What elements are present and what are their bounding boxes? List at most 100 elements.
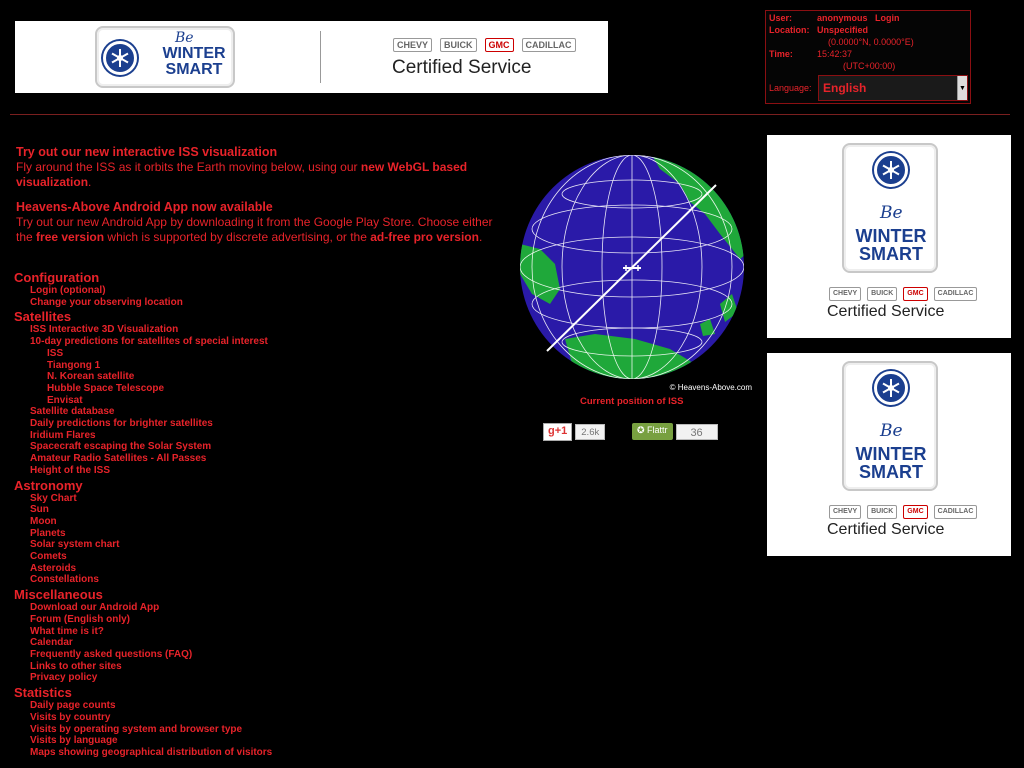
android-app-heading[interactable]: Heavens-Above Android App now available bbox=[16, 200, 273, 214]
menu-item-iss-3d[interactable]: ISS Interactive 3D Visualization bbox=[14, 324, 314, 336]
flattr-count: 36 bbox=[675, 423, 718, 440]
user-label: User: bbox=[769, 13, 793, 23]
header-divider bbox=[10, 114, 1010, 115]
menu-item-privacy[interactable]: Privacy policy bbox=[14, 672, 314, 684]
globe-credit: © Heavens-Above.com bbox=[669, 383, 752, 392]
be-text: Be bbox=[880, 421, 903, 441]
menu-item-spacecraft-escaping[interactable]: Spacecraft escaping the Solar System bbox=[14, 441, 314, 453]
language-value: English bbox=[823, 81, 867, 95]
menu-item-10-day-predictions[interactable]: 10-day predictions for satellites of spe… bbox=[14, 336, 314, 348]
iss-visualization-heading[interactable]: Try out our new interactive ISS visualiz… bbox=[16, 145, 277, 159]
globe-caption: Current position of ISS bbox=[580, 396, 684, 407]
login-link[interactable]: Login bbox=[875, 13, 900, 23]
snowflake-icon bbox=[874, 371, 908, 405]
winter-smart-text: WINTER SMART bbox=[162, 45, 226, 78]
menu-item-moon[interactable]: Moon bbox=[14, 516, 314, 528]
iss-text-end: . bbox=[88, 175, 92, 189]
snowflake-icon bbox=[874, 153, 908, 187]
buick-logo: BUICK bbox=[867, 505, 898, 519]
android-text-end: . bbox=[478, 230, 483, 244]
brand-logos: CHEVY BUICK GMC CADILLAC bbox=[829, 505, 978, 519]
side-ad-2[interactable]: Be WINTER SMART CHEVY BUICK GMC CADILLAC… bbox=[767, 353, 1011, 556]
news-section: Try out our new interactive ISS visualiz… bbox=[16, 145, 506, 245]
globe-graphic bbox=[520, 155, 744, 379]
time-label: Time: bbox=[769, 49, 793, 59]
menu-item-sun[interactable]: Sun bbox=[14, 504, 314, 516]
menu-subitem-tiangong[interactable]: Tiangong 1 bbox=[14, 360, 314, 372]
menu-item-visitor-maps[interactable]: Maps showing geographical distribution o… bbox=[14, 747, 314, 759]
top-banner-ad[interactable]: Be WINTER SMART CHEVY BUICK GMC CADILLAC… bbox=[15, 21, 608, 93]
menu-section-satellites: Satellites bbox=[14, 309, 72, 325]
menu-item-asteroids[interactable]: Asteroids bbox=[14, 563, 314, 575]
menu-item-android-app[interactable]: Download our Android App bbox=[14, 602, 314, 614]
user-info-box: User: anonymous Login Location: Unspecifie… bbox=[765, 10, 971, 104]
be-text: Be bbox=[880, 203, 903, 223]
certified-service-text: Certified Service bbox=[827, 303, 945, 320]
side-ad-1[interactable]: Be WINTER SMART CHEVY BUICK GMC CADILLAC… bbox=[767, 135, 1011, 338]
iss-visualization-text: Fly around the ISS as it orbits the Eart… bbox=[16, 160, 358, 174]
menu-item-daily-page-counts[interactable]: Daily page counts bbox=[14, 700, 314, 712]
certified-service-text: Certified Service bbox=[827, 521, 945, 538]
buick-logo: BUICK bbox=[440, 38, 477, 52]
menu-item-satellite-database[interactable]: Satellite database bbox=[14, 406, 314, 418]
menu-item-amateur-radio[interactable]: Amateur Radio Satellites - All Passes bbox=[14, 453, 314, 465]
android-app-text-2: which is supported by discrete advertisi… bbox=[107, 230, 367, 244]
time-value: 15:42:37 bbox=[817, 49, 853, 59]
menu-item-constellations[interactable]: Constellations bbox=[14, 574, 314, 586]
menu-item-height-iss[interactable]: Height of the ISS bbox=[14, 465, 314, 477]
gplus-button[interactable]: g+1 bbox=[543, 423, 573, 441]
location-coordinates: (0.0000°N, 0.0000°E) bbox=[828, 37, 914, 47]
language-label: Language: bbox=[769, 83, 812, 93]
gplus-widget[interactable]: g+1 2.6k bbox=[543, 423, 606, 441]
gmc-logo: GMC bbox=[903, 287, 928, 301]
timezone-value: (UTC+00:00) bbox=[843, 61, 896, 71]
free-version-link[interactable]: free version bbox=[36, 230, 104, 244]
brand-logos: CHEVY BUICK GMC CADILLAC bbox=[393, 38, 576, 52]
menu-item-visits-os[interactable]: Visits by operating system and browser t… bbox=[14, 724, 314, 736]
winter-smart-badge-1: Be WINTER SMART bbox=[842, 143, 938, 273]
winter-smart-text: WINTER SMART bbox=[855, 226, 927, 264]
winter-smart-badge-2: Be WINTER SMART bbox=[842, 361, 938, 491]
location-value[interactable]: Unspecified bbox=[817, 25, 868, 35]
pro-version-link[interactable]: ad-free pro version bbox=[370, 230, 479, 244]
gmc-logo: GMC bbox=[484, 38, 514, 52]
menu-item-planets[interactable]: Planets bbox=[14, 528, 314, 540]
chevrolet-logo: CHEVY bbox=[393, 38, 433, 52]
menu-subitem-envisat[interactable]: Envisat bbox=[14, 395, 314, 407]
menu-item-comets[interactable]: Comets bbox=[14, 551, 314, 563]
menu-item-iridium-flares[interactable]: Iridium Flares bbox=[14, 430, 314, 442]
be-text: Be bbox=[175, 30, 194, 46]
winter-smart-badge: Be WINTER SMART bbox=[95, 26, 235, 88]
menu-item-daily-predictions[interactable]: Daily predictions for brighter satellite… bbox=[14, 418, 314, 430]
banner-divider bbox=[320, 31, 321, 83]
flattr-widget[interactable]: ✪ Flattr 36 bbox=[632, 423, 718, 440]
certified-service-text: Certified Service bbox=[392, 57, 532, 78]
menu-subitem-n-korean[interactable]: N. Korean satellite bbox=[14, 371, 314, 383]
menu-item-forum[interactable]: Forum (English only) bbox=[14, 614, 314, 626]
location-label: Location: bbox=[769, 25, 810, 35]
menu-item-what-time[interactable]: What time is it? bbox=[14, 626, 314, 638]
iss-globe[interactable]: © Heavens-Above.com bbox=[520, 154, 758, 394]
menu-item-links[interactable]: Links to other sites bbox=[14, 661, 314, 673]
menu-item-faq[interactable]: Frequently asked questions (FAQ) bbox=[14, 649, 314, 661]
menu-item-login[interactable]: Login (optional) bbox=[14, 285, 314, 297]
chevrolet-logo: CHEVY bbox=[829, 287, 862, 301]
menu-item-visits-country[interactable]: Visits by country bbox=[14, 712, 314, 724]
menu-item-calendar[interactable]: Calendar bbox=[14, 637, 314, 649]
menu-item-sky-chart[interactable]: Sky Chart bbox=[14, 493, 314, 505]
menu-subitem-hubble[interactable]: Hubble Space Telescope bbox=[14, 383, 314, 395]
dropdown-arrow-icon[interactable]: ▼ bbox=[957, 76, 967, 100]
gplus-count: 2.6k bbox=[575, 424, 606, 440]
menu-item-change-location[interactable]: Change your observing location bbox=[14, 297, 314, 309]
menu-subitem-iss[interactable]: ISS bbox=[14, 348, 314, 360]
menu-item-solar-system-chart[interactable]: Solar system chart bbox=[14, 539, 314, 551]
cadillac-logo: CADILLAC bbox=[933, 287, 978, 301]
menu-section-configuration: Configuration bbox=[14, 270, 100, 285]
language-select[interactable]: English ▼ bbox=[818, 75, 968, 101]
flattr-button[interactable]: ✪ Flattr bbox=[632, 423, 673, 440]
snowflake-icon bbox=[103, 41, 137, 75]
main-menu: Configuration Login (optional) Change yo… bbox=[14, 269, 314, 759]
brand-logos: CHEVY BUICK GMC CADILLAC bbox=[829, 287, 978, 301]
user-value: anonymous bbox=[817, 13, 868, 23]
menu-item-visits-language[interactable]: Visits by language bbox=[14, 735, 314, 747]
